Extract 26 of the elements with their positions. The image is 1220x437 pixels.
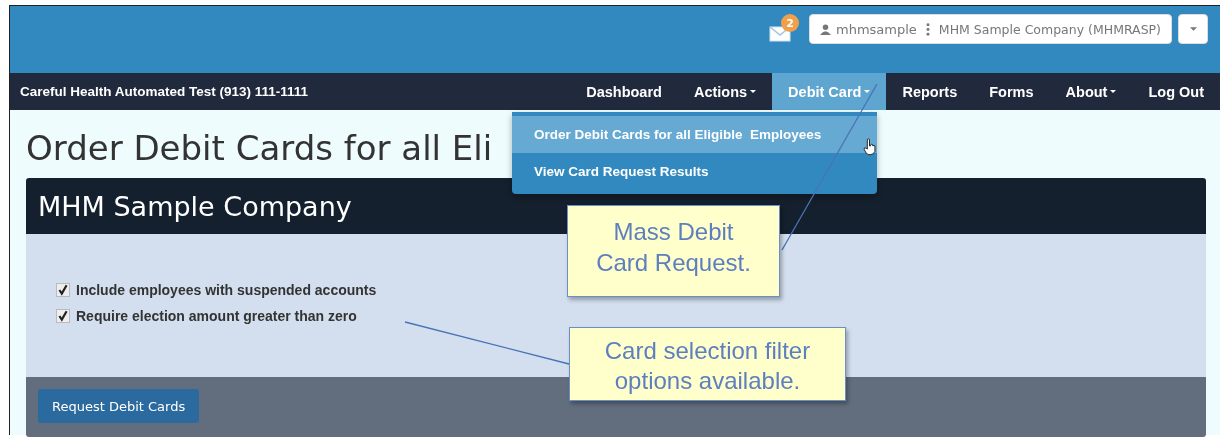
account-button[interactable]: mhmsample MHM Sample Company (MHMRASP) xyxy=(809,14,1172,44)
checkbox-label: Require election amount greater than zero xyxy=(76,308,357,324)
username: mhmsample xyxy=(836,21,917,37)
nav-item[interactable]: About xyxy=(1049,73,1133,110)
nav-item[interactable]: Forms xyxy=(973,73,1050,110)
company-name: MHM Sample Company (MHMRASP) xyxy=(938,21,1161,37)
caret-icon xyxy=(1189,27,1197,31)
callout: Card selection filter options available. xyxy=(569,327,846,401)
request-debit-cards-button[interactable]: Request Debit Cards xyxy=(38,389,200,423)
checkbox[interactable] xyxy=(56,309,70,323)
nav-item[interactable]: Dashboard xyxy=(570,73,678,110)
separator-icon xyxy=(925,22,930,36)
callout: Mass Debit Card Request. xyxy=(567,205,780,297)
hand-cursor-icon xyxy=(863,138,876,156)
account-dropdown-button[interactable] xyxy=(1178,14,1208,44)
nav-item[interactable]: Actions xyxy=(677,73,773,110)
nav-item[interactable]: Reports xyxy=(886,73,974,110)
notification-badge: 2 xyxy=(781,14,799,32)
brand-text: Careful Health Automated Test (913) 111-1111 xyxy=(20,84,309,99)
checkbox[interactable] xyxy=(56,283,70,297)
nav-item[interactable]: Log Out xyxy=(1132,73,1220,110)
user-icon xyxy=(820,23,831,35)
panel-title: MHM Sample Company xyxy=(38,190,352,222)
checkbox-label: Include employees with suspended accounts xyxy=(76,282,377,298)
page-title: Order Debit Cards for all Eli xyxy=(26,127,493,170)
menu-item[interactable]: View Card Request Results xyxy=(512,153,877,190)
